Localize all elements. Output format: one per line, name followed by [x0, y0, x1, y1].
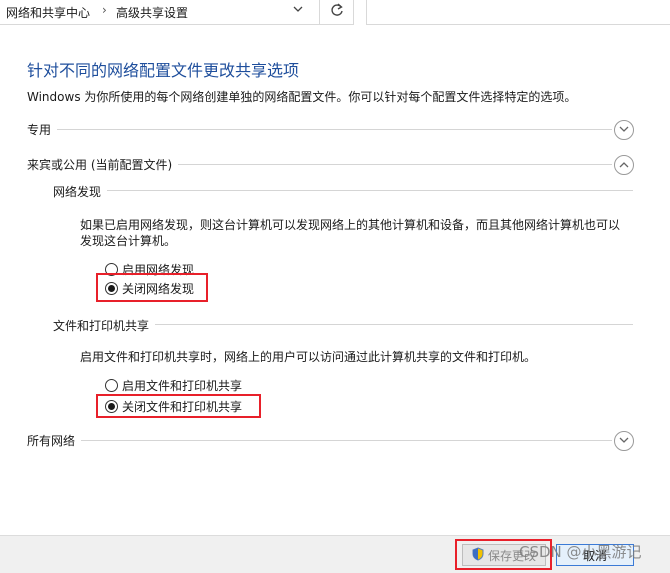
highlight-box: [96, 394, 261, 418]
chevron-down-icon[interactable]: [292, 3, 304, 18]
file-sharing-heading: 文件和打印机共享: [53, 317, 156, 334]
profile-all-networks-label[interactable]: 所有网络: [27, 432, 82, 449]
chevron-down-icon: [619, 126, 629, 132]
radio-button[interactable]: [105, 378, 118, 392]
expand-all-networks-button[interactable]: [614, 431, 634, 451]
breadcrumb-network-center[interactable]: 网络和共享中心: [6, 4, 90, 21]
breadcrumb-advanced-sharing[interactable]: 高级共享设置: [116, 4, 188, 21]
chevron-up-icon: [619, 162, 629, 168]
profile-private-label[interactable]: 专用: [27, 121, 58, 138]
divider: [53, 190, 633, 191]
network-discovery-description: 如果已启用网络发现，则这台计算机可以发现网络上的其他计算机和设备，而且其他网络计…: [80, 218, 621, 248]
divider: [27, 440, 612, 441]
collapse-guest-button[interactable]: [614, 155, 634, 175]
watermark: CSDN @小黑游记: [519, 543, 642, 561]
profile-guest-label[interactable]: 来宾或公用 (当前配置文件): [27, 156, 179, 173]
page-description: Windows 为你所使用的每个网络创建单独的网络配置文件。你可以针对每个配置文…: [27, 90, 577, 104]
chevron-down-icon: [619, 437, 629, 443]
radio-label: 启用文件和打印机共享: [122, 378, 243, 393]
highlight-box: [96, 273, 208, 302]
page-title: 针对不同的网络配置文件更改共享选项: [27, 61, 300, 80]
refresh-button[interactable]: [320, 0, 354, 25]
divider: [27, 129, 612, 130]
address-bar: 网络和共享中心 › 高级共享设置: [0, 0, 670, 25]
network-discovery-heading: 网络发现: [53, 183, 108, 200]
breadcrumb[interactable]: 网络和共享中心 › 高级共享设置: [0, 0, 320, 25]
search-input[interactable]: [366, 0, 670, 25]
refresh-icon: [330, 2, 344, 22]
radio-enable-file-sharing[interactable]: 启用文件和打印机共享: [105, 377, 242, 393]
file-sharing-description: 启用文件和打印机共享时，网络上的用户可以访问通过此计算机共享的文件和打印机。: [80, 350, 537, 364]
expand-private-button[interactable]: [614, 120, 634, 140]
breadcrumb-separator: ›: [102, 3, 107, 17]
